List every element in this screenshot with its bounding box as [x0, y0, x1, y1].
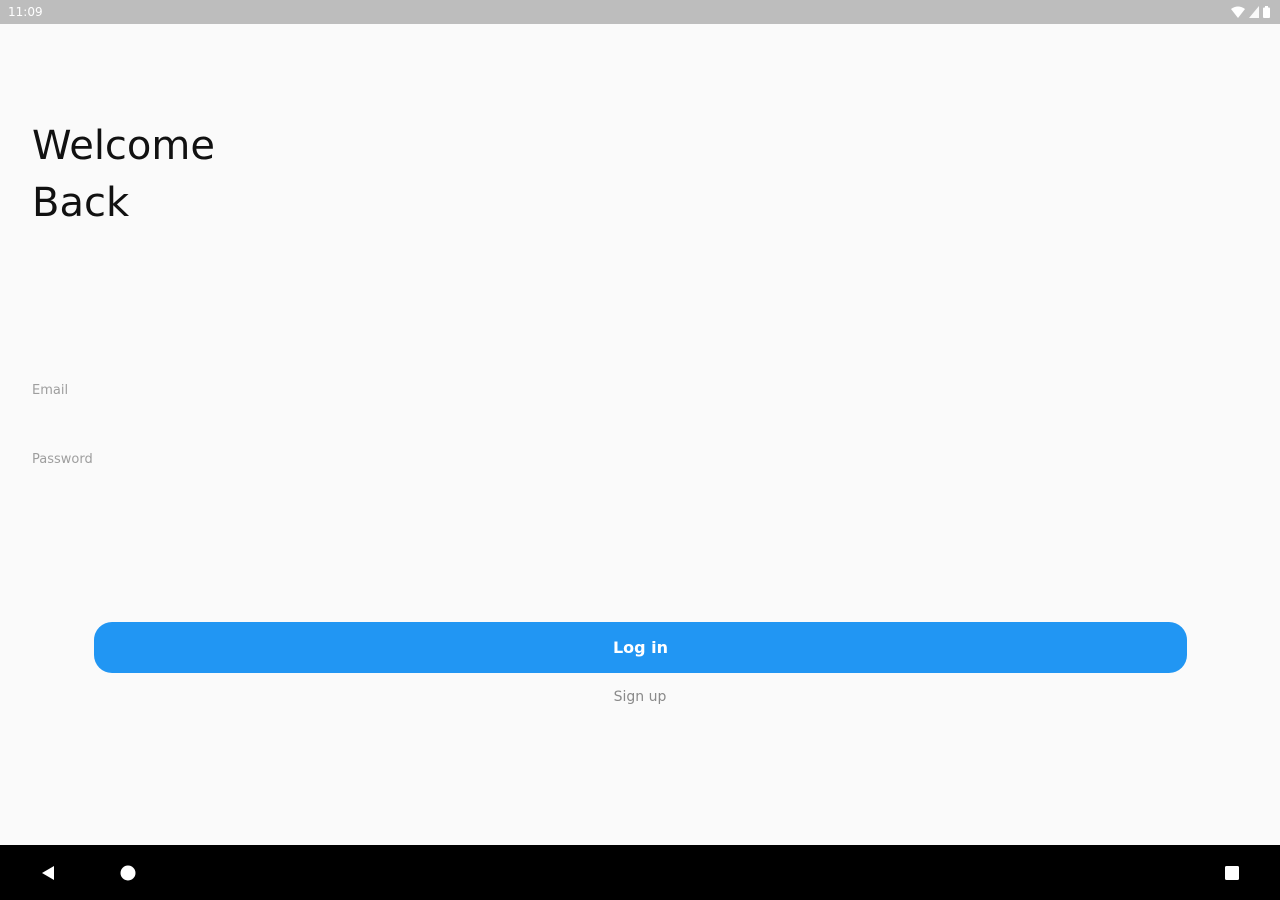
- welcome-title-line2: Back: [32, 180, 130, 226]
- status-time: 11:09: [8, 5, 43, 19]
- signal-icon: [1249, 6, 1259, 18]
- battery-icon: [1263, 6, 1270, 18]
- back-button[interactable]: [20, 845, 76, 900]
- wifi-icon: [1231, 6, 1245, 18]
- login-button[interactable]: Log in: [94, 622, 1187, 673]
- home-icon: [120, 865, 136, 880]
- status-bar: 11:09: [0, 0, 1280, 24]
- status-icons: [1231, 5, 1270, 19]
- welcome-title-line1: Welcome: [32, 123, 215, 169]
- navigation-bar: [0, 845, 1280, 900]
- recents-button[interactable]: [1204, 845, 1260, 900]
- recents-icon: [1225, 865, 1239, 880]
- password-field[interactable]: [32, 439, 1248, 479]
- email-field[interactable]: [32, 370, 1248, 410]
- welcome-title: Welcome Back: [32, 118, 432, 232]
- signup-link[interactable]: Sign up: [540, 686, 740, 708]
- back-icon: [42, 865, 54, 880]
- home-button[interactable]: [100, 845, 156, 900]
